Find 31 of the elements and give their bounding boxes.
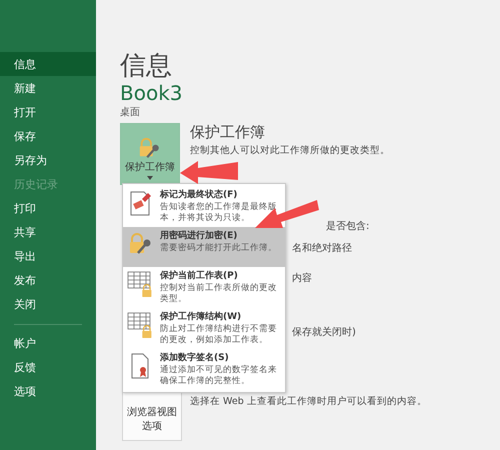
protect-workbook-button[interactable]: 保护工作簿	[120, 123, 180, 185]
workbook-name: Book3	[120, 82, 184, 104]
sidebar-item[interactable]: 另存为	[0, 148, 96, 172]
page-title: 信息	[120, 52, 173, 80]
sidebar-item[interactable]: 共享	[0, 220, 96, 244]
sidebar-item[interactable]: 打印	[0, 196, 96, 220]
sidebar-item[interactable]: 信息	[0, 52, 96, 76]
caret-icon	[147, 176, 153, 180]
info-text: 内容	[292, 272, 313, 285]
info-text: 是否包含:	[326, 220, 370, 233]
info-text: 保存就关闭时)	[292, 326, 357, 339]
sidebar-item[interactable]: 导出	[0, 244, 96, 268]
sidebar-item[interactable]: 打开	[0, 100, 96, 124]
sidebar-item[interactable]: 反馈	[0, 355, 96, 379]
arrow-annotation	[180, 158, 240, 186]
sidebar-item[interactable]: 保存	[0, 124, 96, 148]
section-heading: 保护工作簿	[190, 123, 266, 141]
sidebar-item[interactable]: 新建	[0, 76, 96, 100]
sidebar-item[interactable]: 帐户	[0, 331, 96, 355]
menu-item[interactable]: 保护当前工作表(P) 控制对当前工作表所做的更改类型。	[123, 267, 285, 308]
menu-item[interactable]: 添加数字签名(S) 通过添加不可见的数字签名来确保工作簿的完整性。	[123, 349, 285, 390]
sidebar-item[interactable]: 发布	[0, 268, 96, 292]
menu-item[interactable]: 用密码进行加密(E) 需要密码才能打开此工作簿。	[123, 227, 285, 267]
workbook-location: 桌面	[120, 106, 141, 119]
menu-item[interactable]: 保护工作簿结构(W) 防止对工作簿结构进行不需要的更改，例如添加工作表。	[123, 308, 285, 349]
sidebar-item[interactable]: 选项	[0, 379, 96, 403]
info-text: 名和绝对路径	[292, 242, 353, 255]
section-description: 选择在 Web 上查看此工作簿时用户可以看到的内容。	[190, 395, 427, 408]
sidebar-item[interactable]: 关闭	[0, 292, 96, 316]
menu-item[interactable]: 标记为最终状态(F) 告知读者您的工作簿是最终版本，并将其设为只读。	[123, 186, 285, 227]
section-description: 控制其他人可以对此工作簿所做的更改类型。	[190, 144, 390, 157]
